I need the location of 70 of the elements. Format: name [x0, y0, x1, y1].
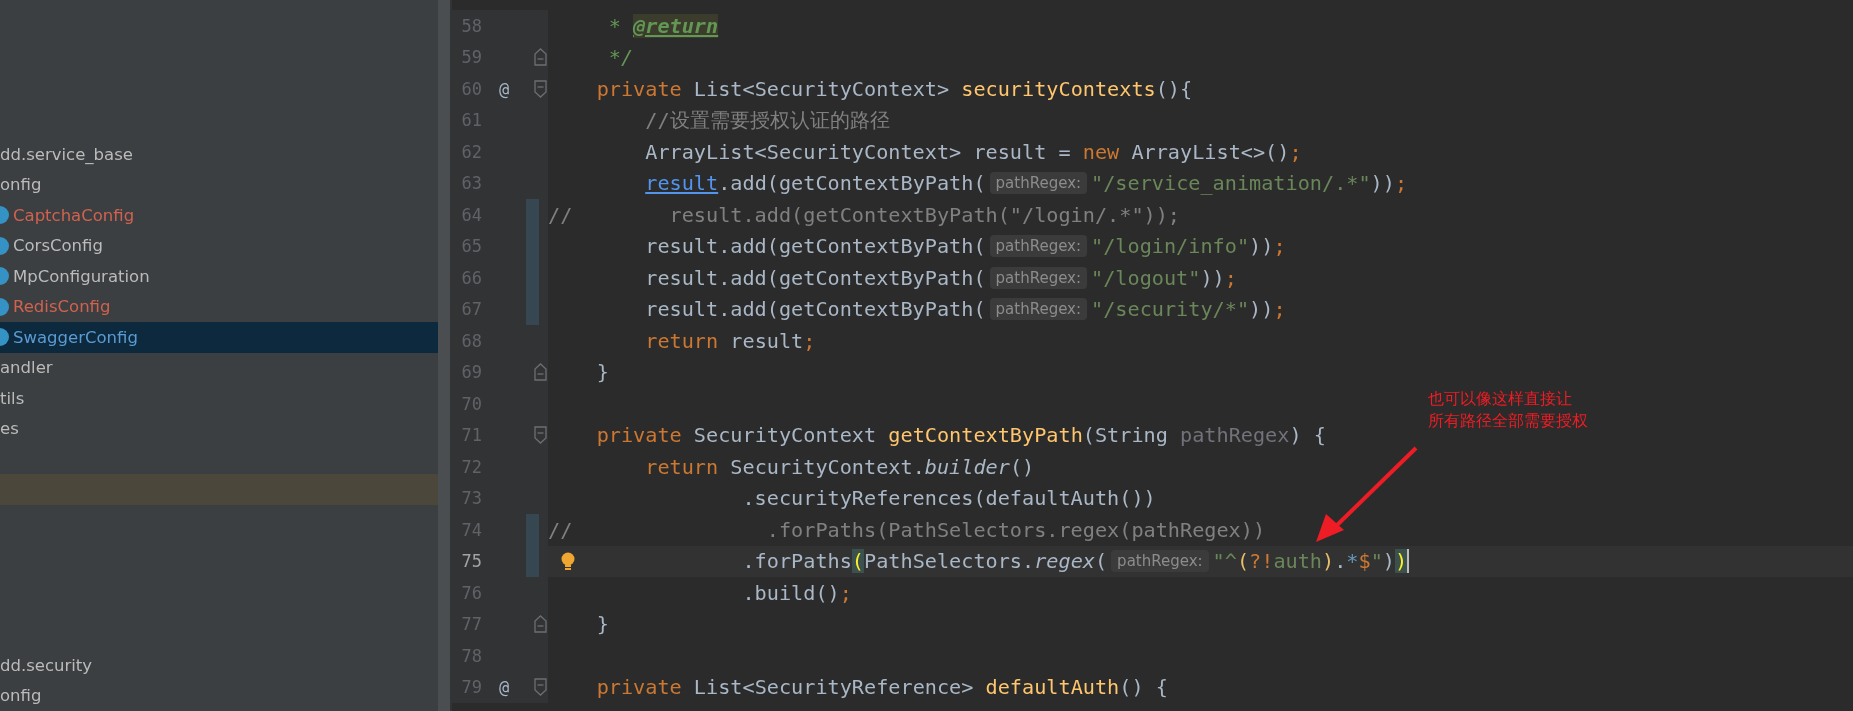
- tree-item[interactable]: CorsConfig: [0, 230, 438, 261]
- tree-item-label: es: [0, 419, 19, 439]
- inlay-hint: pathRegex:: [989, 235, 1088, 258]
- tree-item[interactable]: es: [0, 413, 438, 444]
- code-text: }: [596, 612, 609, 637]
- tree-item-label: onfig: [0, 175, 42, 195]
- tree-item[interactable]: onfig: [0, 680, 438, 711]
- code-text: result.add(getContextByPath(: [645, 234, 986, 259]
- fold-icon[interactable]: [533, 426, 548, 445]
- lightbulb-icon[interactable]: [560, 551, 576, 572]
- inlay-hint: pathRegex:: [989, 298, 1088, 321]
- code-text: }: [596, 360, 609, 385]
- code-text: "/service_animation/.*"));: [1091, 171, 1408, 196]
- tree-item[interactable]: dd.security: [0, 650, 438, 681]
- code-text: result.add(getContextByPath(: [645, 171, 986, 196]
- tree-item[interactable]: MpConfiguration: [0, 261, 438, 292]
- fold-icon[interactable]: [533, 615, 548, 634]
- tree-item-label: dd.security: [0, 655, 93, 675]
- tree-item[interactable]: SwaggerConfig: [0, 322, 438, 353]
- code-text: private List<SecurityContext> securityContexts(){: [596, 76, 1193, 101]
- annotation-text: 也可以像这样直接让 所有路径全部需要授权: [1428, 388, 1588, 432]
- tree-item[interactable]: andler: [0, 352, 438, 383]
- code-text: .forPaths(PathSelectors.regex(: [742, 549, 1108, 574]
- code-text: return SecurityContext.builder(): [645, 454, 1035, 479]
- code-text: .securityReferences(defaultAuth()): [742, 486, 1156, 511]
- code-text: private List<SecurityReference> defaultAuth() {: [596, 675, 1168, 700]
- tree-item[interactable]: tils: [0, 383, 438, 414]
- code-text: * @return: [608, 13, 719, 38]
- fold-icon[interactable]: [533, 79, 548, 98]
- change-marker[interactable]: [526, 199, 539, 231]
- tree-item-label: MpConfiguration: [13, 266, 150, 286]
- change-marker[interactable]: [526, 293, 539, 325]
- override-marker[interactable]: @: [498, 78, 510, 99]
- tree-item[interactable]: RedisConfig: [0, 291, 438, 322]
- code-text: // .forPaths(PathSelectors.regex(pathRegex)): [548, 517, 1266, 542]
- tree-item-label: tils: [0, 388, 25, 408]
- fold-icon[interactable]: [533, 48, 548, 67]
- line-number: 75: [460, 551, 482, 572]
- tree-item-label: onfig: [0, 686, 42, 706]
- code-text: */: [608, 45, 634, 70]
- code-text: ArrayList<SecurityContext> result = new ArrayList<>();: [645, 139, 1302, 164]
- code-text: .build();: [742, 580, 852, 605]
- code-text: "/security/*"));: [1091, 297, 1286, 322]
- code-text: //设置需要授权认证的路径: [645, 106, 890, 134]
- code-text: "/logout"));: [1091, 265, 1237, 290]
- tree-item[interactable]: onfig: [0, 169, 438, 200]
- code-text: "^(?!auth).*$")): [1212, 549, 1408, 574]
- tree-item-label: CaptchaConfig: [13, 205, 135, 225]
- tree-item-label: andler: [0, 358, 53, 378]
- tree-item-label: CorsConfig: [13, 236, 103, 256]
- fold-icon[interactable]: [533, 678, 548, 697]
- code-text: result.add(getContextByPath(: [645, 297, 986, 322]
- scrollbar[interactable]: [438, 0, 452, 711]
- override-marker[interactable]: @: [498, 677, 510, 698]
- fold-icon[interactable]: [533, 363, 548, 382]
- code-text: result.add(getContextByPath(: [645, 265, 986, 290]
- code-text: "/login/info"));: [1091, 234, 1286, 259]
- code-text: // result.add(getContextByPath("/login/.*"));: [548, 202, 1180, 227]
- change-marker[interactable]: [526, 545, 539, 577]
- tree-item[interactable]: CaptchaConfig: [0, 200, 438, 231]
- inlay-hint: pathRegex:: [989, 172, 1088, 195]
- code-text: return result;: [645, 328, 816, 353]
- tree-item-label: RedisConfig: [13, 297, 111, 317]
- tree-item[interactable]: dd.service_base: [0, 139, 438, 170]
- code-text: private SecurityContext getContextByPath(String pathRegex) {: [596, 423, 1326, 448]
- inlay-hint: pathRegex:: [1111, 550, 1209, 573]
- tree-item-label: SwaggerConfig: [13, 327, 138, 347]
- tree-item-label: dd.service_base: [0, 144, 133, 164]
- inlay-hint: pathRegex:: [989, 266, 1088, 289]
- change-marker[interactable]: [526, 514, 539, 546]
